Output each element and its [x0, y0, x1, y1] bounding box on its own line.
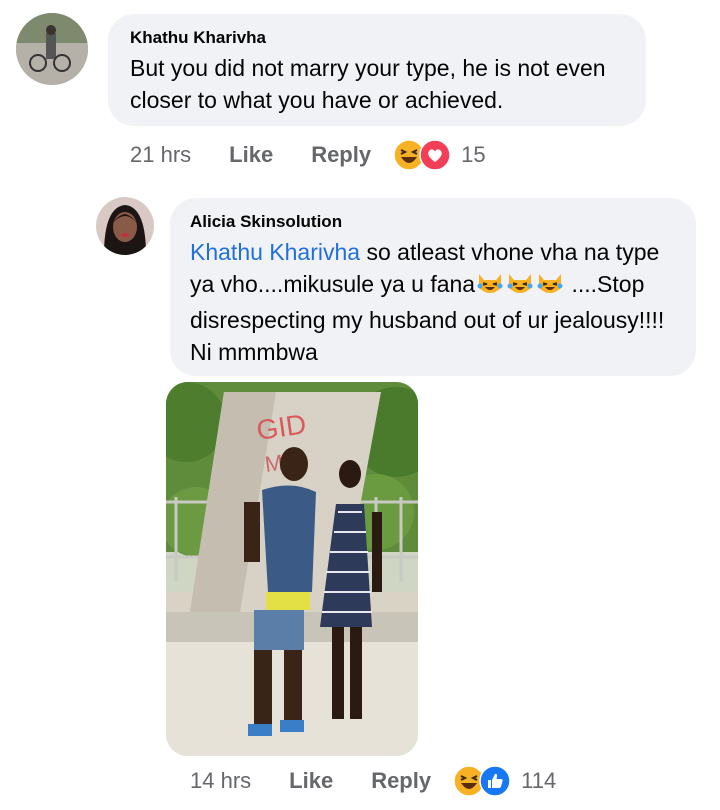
- mention-link[interactable]: Khathu Kharivha: [190, 239, 360, 265]
- comment-text: But you did not marry your type, he is n…: [130, 55, 606, 113]
- reply-timestamp[interactable]: 14 hrs: [190, 768, 251, 794]
- crying-laughing-cat-icon: [536, 270, 564, 304]
- avatar-khathu[interactable]: [16, 13, 88, 85]
- reply-button[interactable]: Reply: [371, 768, 431, 794]
- comment-author[interactable]: Khathu Kharivha: [130, 28, 624, 48]
- crying-laughing-cat-icon: [506, 270, 534, 304]
- comment-timestamp[interactable]: 21 hrs: [130, 142, 191, 168]
- comment-actions: 21 hrs Like Reply 15: [130, 139, 486, 171]
- reply-author[interactable]: Alicia Skinsolution: [190, 212, 676, 232]
- crying-laughing-cat-icon: [476, 270, 504, 304]
- reaction-summary[interactable]: 114: [453, 765, 556, 797]
- reply-actions: 14 hrs Like Reply 114: [190, 765, 556, 797]
- reaction-count[interactable]: 114: [521, 768, 556, 794]
- attached-photo[interactable]: GID M: [166, 382, 418, 756]
- like-reaction-icon: [479, 765, 511, 797]
- reaction-summary[interactable]: 15: [393, 139, 486, 171]
- avatar-alicia[interactable]: [96, 197, 154, 255]
- reply-text: Khathu Kharivha so atleast vhone vha na …: [190, 236, 676, 368]
- reaction-count[interactable]: 15: [461, 142, 485, 168]
- love-reaction-icon: [419, 139, 451, 171]
- reply-button[interactable]: Reply: [311, 142, 371, 168]
- reply-bubble: Alicia Skinsolution Khathu Kharivha so a…: [170, 198, 696, 376]
- like-button[interactable]: Like: [229, 142, 273, 168]
- like-button[interactable]: Like: [289, 768, 333, 794]
- comment-bubble: Khathu Kharivha But you did not marry yo…: [108, 14, 646, 126]
